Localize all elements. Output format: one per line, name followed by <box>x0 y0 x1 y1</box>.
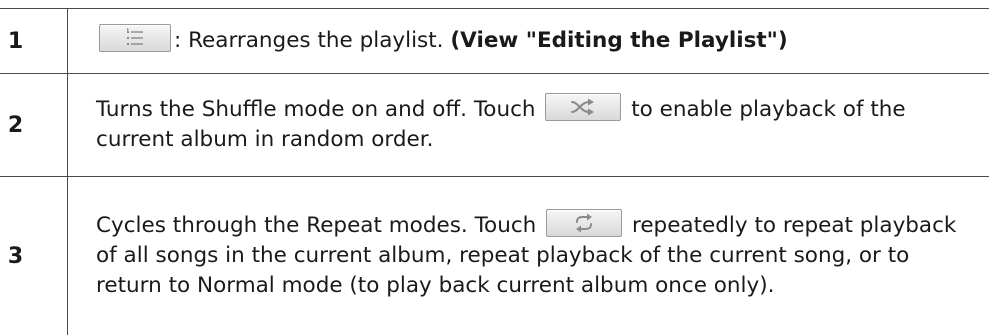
row-description: Cycles through the Repeat modes. Touch r… <box>96 209 973 301</box>
repeat-button[interactable] <box>546 209 623 237</box>
table-row: 3 Cycles through the Repeat modes. Touch… <box>0 176 989 335</box>
row-reference-link: (View "Editing the Playlist") <box>450 28 788 53</box>
row-description-cell: Turns the Shuffle mode on and off. Touch… <box>96 74 973 176</box>
instruction-table: 1 : Rearranges the playlist. (View "Edit… <box>0 0 989 335</box>
row-text-before: Cycles through the Repeat modes. Touch <box>96 213 544 238</box>
row-number: 3 <box>7 243 24 269</box>
playlist-button[interactable] <box>99 24 171 52</box>
row-number-cell: 1 <box>0 9 68 73</box>
row-text-before: Turns the Shuffle mode on and off. Touch <box>96 97 543 122</box>
table-row: 2 Turns the Shuffle mode on and off. Tou… <box>0 73 989 176</box>
row-description-cell: Cycles through the Repeat modes. Touch r… <box>96 177 973 335</box>
row-description-cell: : Rearranges the playlist. (View "Editin… <box>96 9 973 73</box>
shuffle-icon <box>571 98 595 116</box>
row-number-cell: 3 <box>0 177 68 335</box>
playlist-icon <box>127 28 143 45</box>
row-description: Turns the Shuffle mode on and off. Touch… <box>96 93 973 155</box>
repeat-icon <box>576 213 593 233</box>
shuffle-button[interactable] <box>545 93 622 121</box>
row-number-cell: 2 <box>0 74 68 176</box>
row-number: 2 <box>7 112 24 138</box>
row-text-after: : Rearranges the playlist. <box>174 28 451 53</box>
row-description: : Rearranges the playlist. (View "Editin… <box>96 24 788 56</box>
row-number: 1 <box>7 28 24 54</box>
table-row: 1 : Rearranges the playlist. (View "Edit… <box>0 8 989 73</box>
